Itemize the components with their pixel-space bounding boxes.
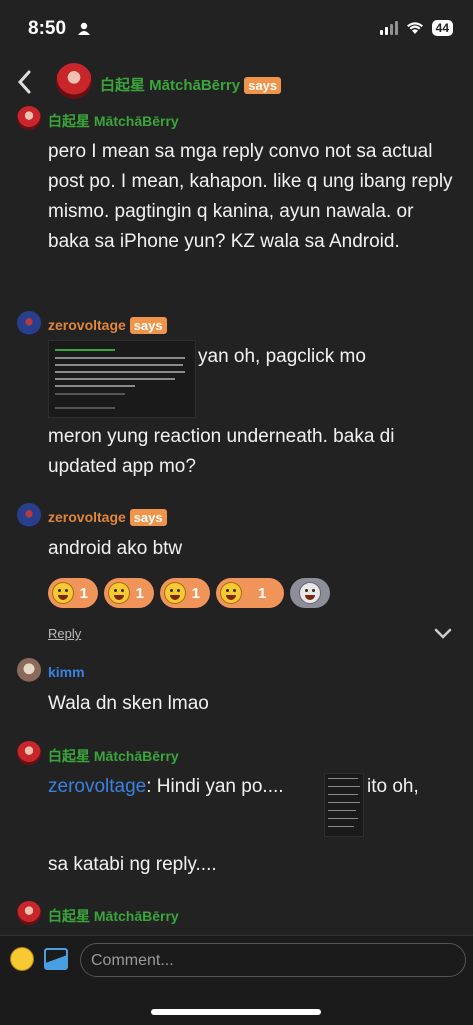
reply-link[interactable]: Reply bbox=[48, 626, 81, 641]
avatar[interactable] bbox=[17, 106, 41, 130]
post-text: meron yung reaction underneath. baka di … bbox=[48, 426, 395, 477]
image-icon[interactable] bbox=[44, 948, 68, 970]
avatar[interactable] bbox=[17, 901, 41, 925]
header-author-name: 白起星 MātchāBērry bbox=[100, 77, 241, 94]
post-text: sa katabi ng reply.... bbox=[48, 854, 217, 875]
reaction-laughing[interactable]: 1 bbox=[48, 578, 98, 608]
back-arrow-icon[interactable] bbox=[14, 68, 36, 96]
avatar[interactable] bbox=[17, 311, 41, 335]
reaction-winking[interactable]: 1 bbox=[160, 578, 210, 608]
battery-icon: 44 bbox=[431, 20, 453, 36]
post-text: android ako btw bbox=[48, 538, 183, 559]
says-badge: says bbox=[129, 509, 167, 526]
post-text-line: zerovoltage: Hindi yan po.... bbox=[48, 772, 284, 802]
wifi-icon bbox=[406, 22, 423, 34]
home-indicator bbox=[151, 1009, 321, 1015]
avatar[interactable] bbox=[17, 503, 41, 527]
header-title: 白起星 MātchāBērry says bbox=[100, 74, 282, 95]
grinning-face-icon bbox=[108, 582, 130, 604]
header-avatar[interactable] bbox=[56, 63, 92, 99]
avatar[interactable] bbox=[17, 658, 41, 682]
person-icon bbox=[78, 22, 90, 35]
comment-input[interactable]: Comment... bbox=[80, 943, 466, 977]
post-text: : Hindi yan po.... bbox=[146, 776, 284, 797]
post-text: Wala dn sken lmao bbox=[48, 693, 209, 714]
surprised-face-icon bbox=[220, 582, 242, 604]
post-author[interactable]: 白起星 MātchāBērry bbox=[48, 111, 179, 131]
reaction-count: 1 bbox=[135, 584, 144, 602]
post-author-line: zerovoltage says bbox=[48, 317, 167, 334]
attached-screenshot-thumbnail[interactable] bbox=[324, 773, 364, 837]
chevron-down-icon[interactable] bbox=[434, 628, 452, 640]
post-author[interactable]: 白起星 MātchāBērry bbox=[48, 746, 179, 766]
post-author-line: zerovoltage says bbox=[48, 509, 167, 526]
post-text: pero I mean sa mga reply convo not sa ac… bbox=[48, 141, 453, 252]
status-time: 8:50 bbox=[28, 18, 67, 39]
reaction-count: 1 bbox=[258, 584, 267, 602]
reaction-surprised[interactable]: 1 bbox=[216, 578, 284, 608]
signal-icon bbox=[379, 21, 398, 35]
post-text: ito oh, bbox=[367, 776, 419, 797]
laughing-face-icon bbox=[52, 582, 74, 604]
emoji-icon[interactable] bbox=[10, 947, 34, 971]
reaction-count: 1 bbox=[79, 584, 88, 602]
status-icons: 44 bbox=[379, 20, 453, 36]
add-reaction-button[interactable] bbox=[290, 578, 330, 608]
mention-link[interactable]: zerovoltage bbox=[48, 776, 146, 797]
reaction-grinning[interactable]: 1 bbox=[104, 578, 154, 608]
avatar[interactable] bbox=[17, 741, 41, 765]
reactions-bar: 1 1 1 1 bbox=[48, 578, 330, 608]
attached-screenshot-thumbnail[interactable] bbox=[48, 340, 196, 418]
post-author[interactable]: 白起星 MātchāBērry bbox=[48, 906, 179, 926]
add-reaction-icon bbox=[299, 582, 321, 604]
says-badge: says bbox=[244, 77, 282, 94]
post-author[interactable]: zerovoltage bbox=[48, 317, 126, 333]
post-author[interactable]: kimm bbox=[48, 664, 85, 680]
says-badge: says bbox=[129, 317, 167, 334]
post-text-inline: yan oh, pagclick mo bbox=[198, 346, 366, 367]
post-author[interactable]: zerovoltage bbox=[48, 509, 126, 525]
reaction-count: 1 bbox=[191, 584, 200, 602]
winking-face-icon bbox=[164, 582, 186, 604]
